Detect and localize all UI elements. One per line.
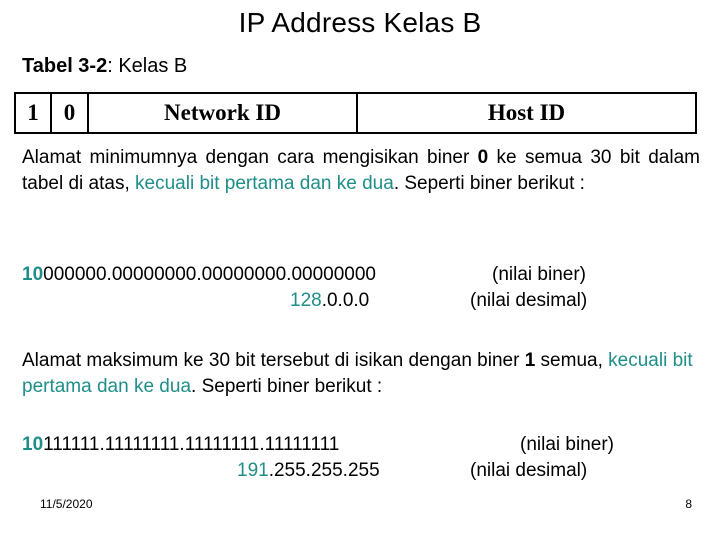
decimal-value-minimum: 128.0.0.0 <box>290 288 369 314</box>
decimal-line-maximum: 191.255.255.255 (nilai desimal) <box>22 458 700 484</box>
table-caption-label: Tabel 3-2 <box>22 55 108 77</box>
decimal-line-minimum: 128.0.0.0 (nilai desimal) <box>22 288 700 314</box>
paragraph-1-part-e: . Seperti biner berikut : <box>393 173 585 194</box>
paragraph-2-part-e: . Seperti biner berikut : <box>191 376 383 397</box>
binary-block-maximum: 10111111.11111111.11111111.11111111 (nil… <box>22 432 700 484</box>
binary-rest-minimum: 000000.00000000.00000000.00000000 <box>43 264 376 285</box>
table-caption: Tabel 3-2: Kelas B <box>22 54 187 78</box>
paragraph-2-bold-bit: 1 <box>524 350 536 371</box>
decimal-note-minimum: (nilai desimal) <box>470 290 588 311</box>
paragraph-maximum-address: Alamat maksimum ke 30 bit tersebut di is… <box>22 348 700 400</box>
slide-canvas: IP Address Kelas B Tabel 3-2: Kelas B 1 … <box>0 0 720 540</box>
decimal-prefix-minimum: 128 <box>290 290 322 311</box>
diagram-cell-bit-1: 1 <box>16 94 52 132</box>
binary-line-maximum: 10111111.11111111.11111111.11111111 (nil… <box>22 432 700 458</box>
paragraph-2-part-c: semua, <box>535 350 609 371</box>
paragraph-1-bold-bit: 0 <box>477 147 489 168</box>
page-title: IP Address Kelas B <box>238 7 482 38</box>
decimal-prefix-maximum: 191 <box>237 460 269 481</box>
binary-note-maximum: (nilai biner) <box>520 434 614 455</box>
binary-line-minimum: 10000000.00000000.00000000.00000000 (nil… <box>22 262 700 288</box>
paragraph-2-part-a: Alamat maksimum ke 30 bit tersebut di is… <box>22 350 525 371</box>
binary-prefix-minimum: 10 <box>22 264 44 285</box>
binary-prefix-maximum: 10 <box>22 434 44 455</box>
decimal-rest-minimum: .0.0.0 <box>321 290 370 311</box>
footer-page-number: 8 <box>685 497 692 511</box>
diagram-cell-host-id: Host ID <box>487 100 566 125</box>
binary-note-minimum: (nilai biner) <box>492 264 586 285</box>
decimal-value-maximum: 191.255.255.255 <box>237 458 380 484</box>
binary-block-minimum: 10000000.00000000.00000000.00000000 (nil… <box>22 262 700 314</box>
paragraph-1-part-a: Alamat minimumnya dengan cara mengisikan… <box>22 147 478 168</box>
decimal-note-maximum: (nilai desimal) <box>470 460 588 481</box>
paragraph-1-highlight: kecuali bit pertama dan ke dua <box>135 173 394 194</box>
binary-rest-maximum: 111111.11111111.11111111.11111111 <box>43 434 340 455</box>
decimal-rest-maximum: .255.255.255 <box>268 460 380 481</box>
diagram-cell-network-id: Network ID <box>89 94 358 132</box>
footer-date: 11/5/2020 <box>40 497 93 511</box>
diagram-cell-bit-0: 0 <box>52 94 89 132</box>
table-caption-text: : Kelas B <box>107 55 188 77</box>
ip-class-b-diagram: 1 0 Network ID Host ID <box>14 92 697 134</box>
paragraph-minimum-address: Alamat minimumnya dengan cara mengisikan… <box>22 145 700 197</box>
